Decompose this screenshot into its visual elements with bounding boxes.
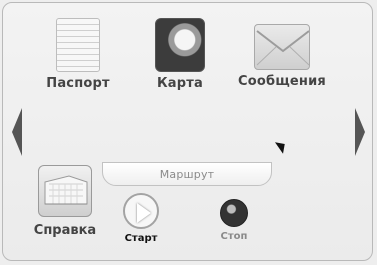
tile-passport[interactable]: Паспорт <box>28 18 128 91</box>
envelope-icon <box>254 24 310 70</box>
tile-help-label: Справка <box>33 223 97 238</box>
stop-icon <box>220 199 248 227</box>
tile-map[interactable]: Карта <box>130 18 230 91</box>
left-arrow-icon[interactable] <box>12 108 22 156</box>
stop-button[interactable]: Стоп <box>212 199 256 242</box>
play-icon <box>123 193 159 229</box>
tile-help[interactable]: Справка <box>30 165 100 238</box>
route-label: Маршрут <box>159 168 215 181</box>
tile-passport-label: Паспорт <box>46 76 110 91</box>
tile-map-label: Карта <box>156 76 203 91</box>
start-label: Старт <box>124 233 158 244</box>
map-icon <box>155 18 205 72</box>
tile-messages[interactable]: Сообщения <box>232 18 332 89</box>
tile-messages-label: Сообщения <box>238 74 326 89</box>
stop-label: Стоп <box>220 231 248 242</box>
right-arrow-icon[interactable] <box>355 108 365 156</box>
start-button[interactable]: Старт <box>118 193 164 244</box>
route-panel[interactable]: Маршрут <box>102 162 272 186</box>
building-icon <box>38 165 92 217</box>
play-triangle <box>137 203 151 223</box>
passport-icon <box>56 18 100 72</box>
